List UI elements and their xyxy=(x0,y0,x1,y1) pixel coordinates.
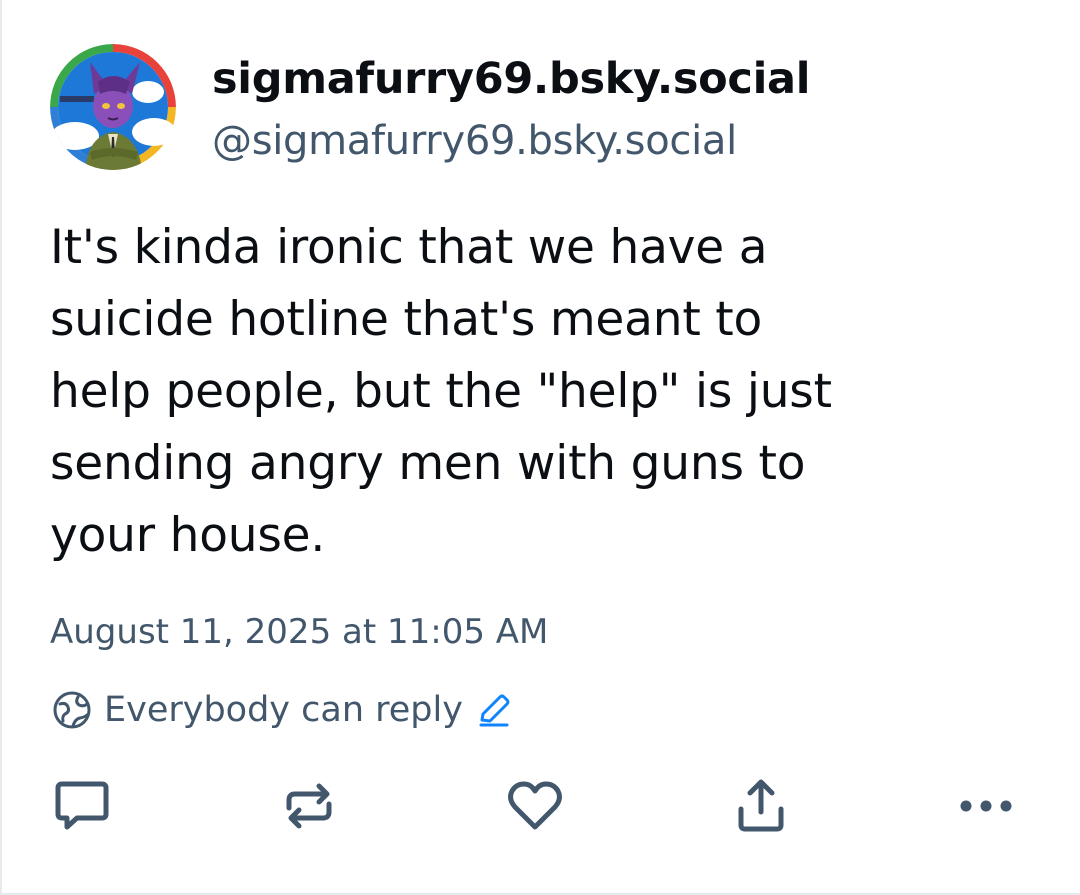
avatar-image xyxy=(50,44,176,170)
more-options-button[interactable] xyxy=(954,776,1018,836)
post-text: It's kinda ironic that we have a suicide… xyxy=(50,220,832,563)
reply-button[interactable] xyxy=(50,776,114,836)
share-button[interactable] xyxy=(729,776,793,836)
globe-icon xyxy=(52,690,92,730)
reply-settings-button[interactable]: Everybody can reply xyxy=(52,686,513,734)
pencil-icon xyxy=(475,691,513,729)
reply-settings-label: Everybody can reply xyxy=(104,690,463,730)
ellipsis-icon xyxy=(956,796,1016,816)
repost-arrows-icon xyxy=(281,778,337,834)
heart-icon xyxy=(506,779,564,833)
author-display-name[interactable]: sigmafurry69.bsky.social xyxy=(212,54,810,104)
post-timestamp[interactable]: August 11, 2025 at 11:05 AM xyxy=(50,612,548,652)
post-card: sigmafurry69.bsky.social @sigmafurry69.b… xyxy=(0,0,1080,895)
repost-button[interactable] xyxy=(277,776,341,836)
author-handle[interactable]: @sigmafurry69.bsky.social xyxy=(212,118,737,164)
post-actions-bar xyxy=(2,770,1080,840)
speech-bubble-icon xyxy=(53,778,111,834)
share-upload-icon xyxy=(734,777,788,835)
avatar[interactable] xyxy=(50,44,176,170)
like-button[interactable] xyxy=(503,776,567,836)
